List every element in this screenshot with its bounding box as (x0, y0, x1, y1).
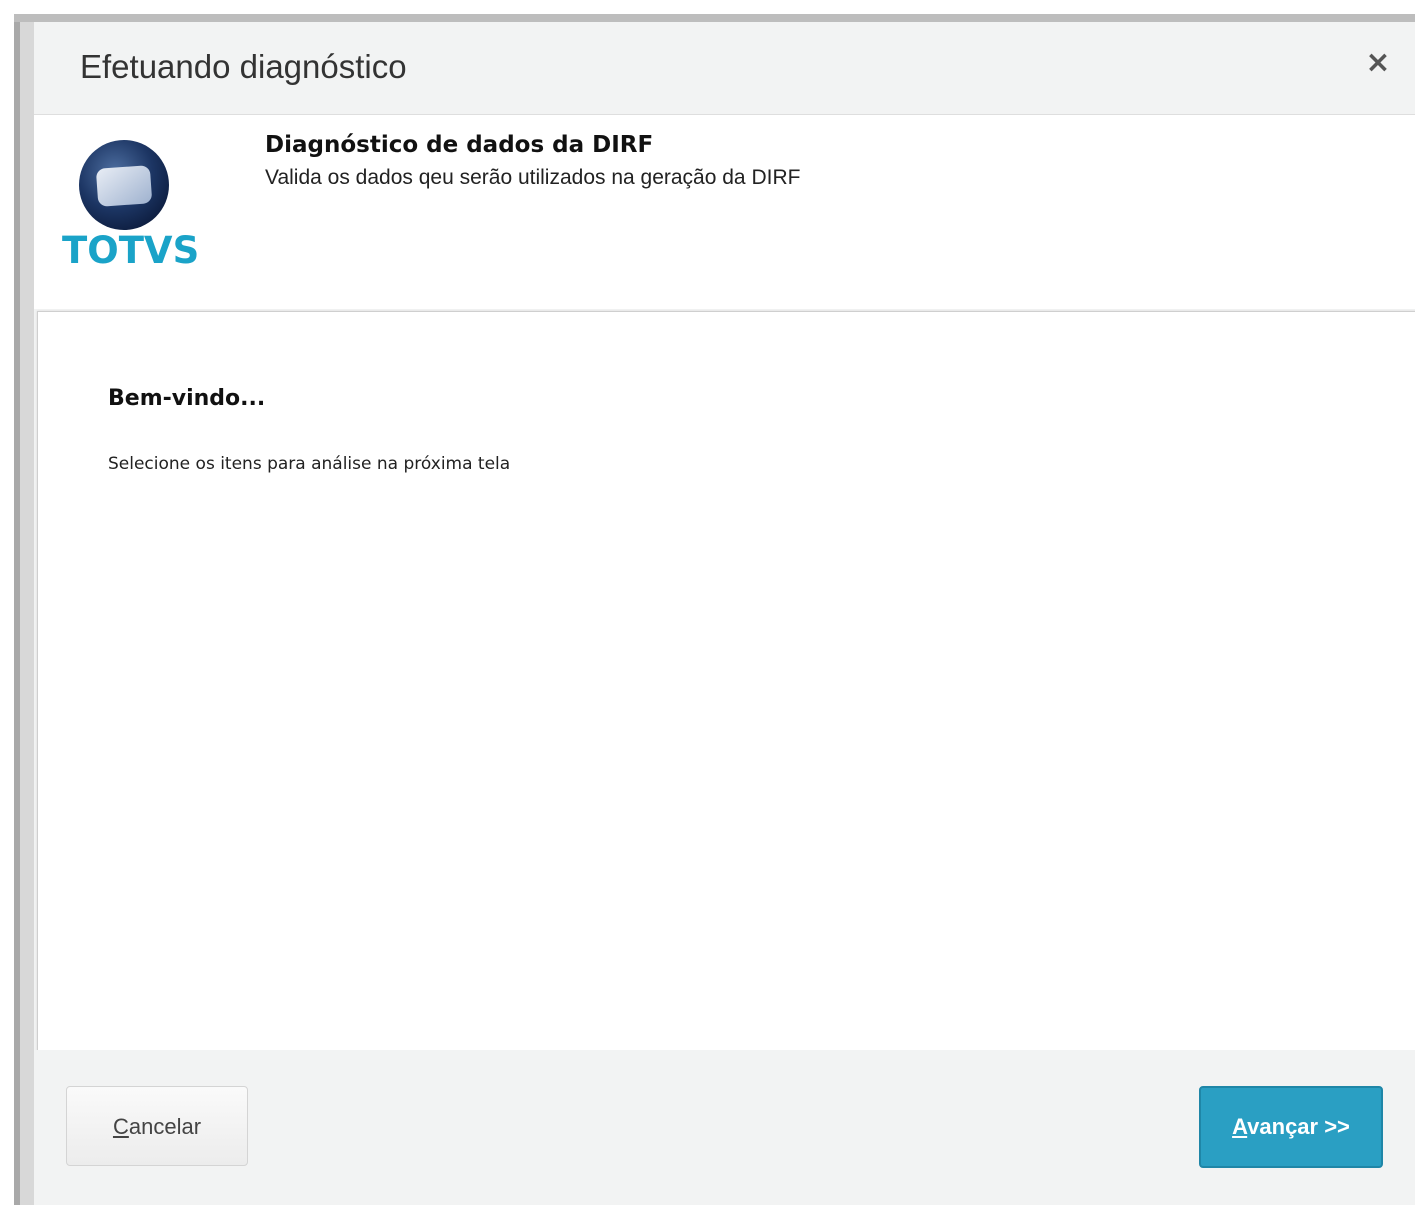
totvs-logo-icon: TOTVS (62, 135, 199, 275)
wizard-header: TOTVS Diagnóstico de dados da DIRF Valid… (34, 115, 1415, 402)
screen-frame: Efetuando diagnóstico × TOTVS Diagnóstic… (0, 0, 1415, 1205)
logo-text: TOTVS (62, 229, 200, 272)
welcome-heading: Bem-vindo... (108, 386, 266, 411)
wizard-title: Diagnóstico de dados da DIRF (265, 132, 654, 158)
dialog-title: Efetuando diagnóstico (80, 48, 407, 85)
wizard-description: Valida os dados qeu serão utilizados na … (265, 166, 801, 189)
close-icon[interactable]: × (1361, 46, 1395, 80)
dialog-titlebar: Efetuando diagnóstico × (34, 22, 1415, 115)
instruction-text: Selecione os itens para análise na próxi… (108, 454, 511, 474)
dialog-footer: Cancelar Avançar >> (34, 1050, 1415, 1205)
next-label: vançar >> (1247, 1114, 1350, 1139)
cancel-button[interactable]: Cancelar (66, 1086, 248, 1166)
next-button[interactable]: Avançar >> (1199, 1086, 1383, 1168)
window-top-edge (14, 14, 1415, 22)
cancel-accesskey: C (112, 1114, 129, 1139)
diagnostic-dialog: Efetuando diagnóstico × TOTVS Diagnóstic… (34, 22, 1415, 1205)
wizard-content: Bem-vindo... Selecione os itens para aná… (37, 311, 1415, 1051)
window-edge-inner (20, 14, 34, 1205)
cancel-label: ancelar (128, 1114, 202, 1139)
next-accesskey: A (1232, 1114, 1248, 1139)
totvs-logo-mark (79, 140, 169, 230)
